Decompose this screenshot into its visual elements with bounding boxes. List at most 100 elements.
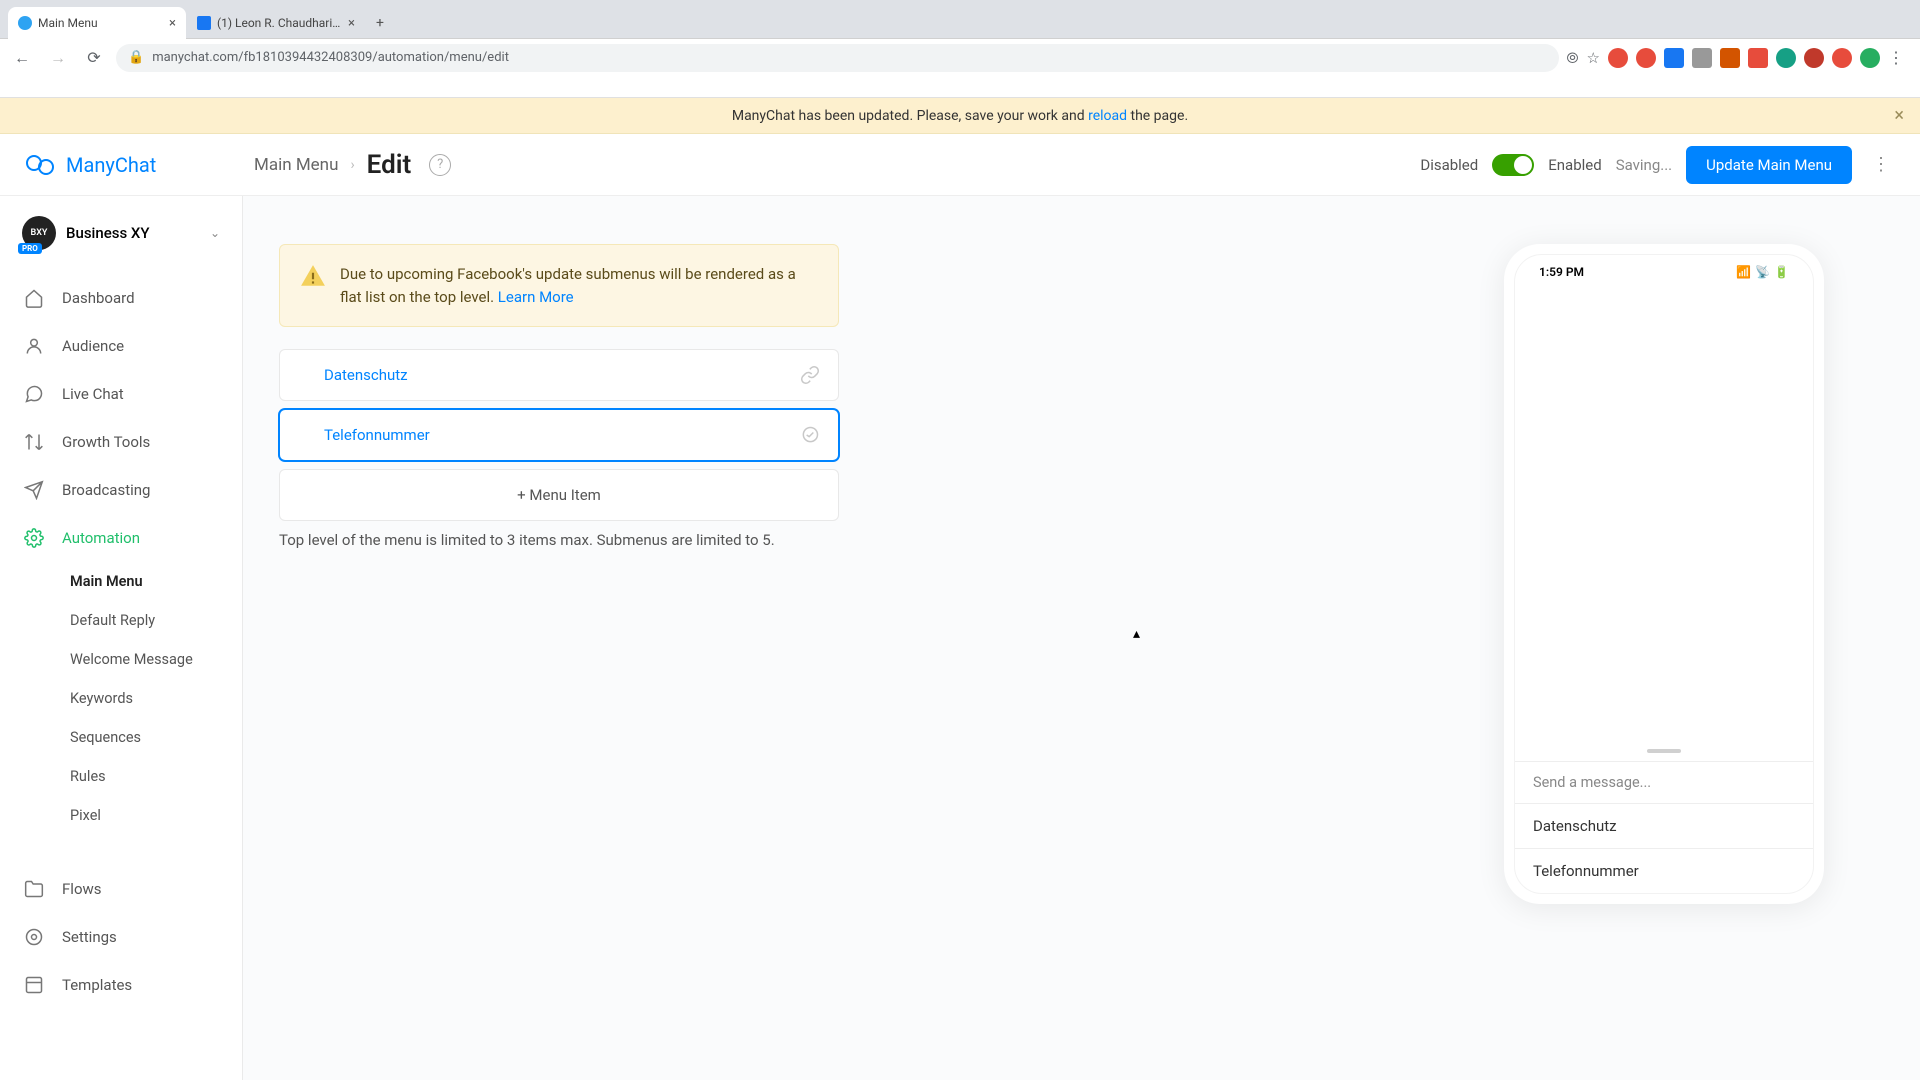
subnav-keywords[interactable]: Keywords bbox=[0, 679, 242, 718]
bookmarks-bar bbox=[0, 76, 1920, 98]
workspace-avatar: BXY PRO bbox=[22, 216, 56, 250]
notif-reload-link[interactable]: reload bbox=[1088, 108, 1127, 124]
primary-nav: Dashboard Audience Live Chat Growth Tool… bbox=[0, 274, 242, 1009]
subnav-main-menu[interactable]: Main Menu bbox=[0, 562, 242, 601]
toggle-label-enabled: Enabled bbox=[1548, 156, 1601, 174]
nav-label: Growth Tools bbox=[62, 433, 150, 451]
phone-screen: 1:59 PM 📶 📡 🔋 Send a message... Datensch… bbox=[1514, 254, 1814, 894]
folder-icon bbox=[24, 879, 44, 899]
logo[interactable]: ManyChat bbox=[24, 149, 242, 181]
sidebar-item-flows[interactable]: Flows bbox=[0, 865, 242, 913]
close-icon[interactable]: × bbox=[348, 16, 355, 31]
url-text: manychat.com/fb1810394432408309/automati… bbox=[152, 50, 509, 65]
link-icon bbox=[800, 365, 820, 385]
ext-icon[interactable] bbox=[1692, 48, 1712, 68]
sidebar-item-settings[interactable]: Settings bbox=[0, 913, 242, 961]
page-title: Edit bbox=[367, 150, 412, 180]
enable-toggle[interactable] bbox=[1492, 154, 1534, 176]
favicon-facebook bbox=[197, 16, 211, 30]
avatar-icon[interactable] bbox=[1860, 48, 1880, 68]
sidebar-item-automation[interactable]: Automation bbox=[0, 514, 242, 562]
app-root: ManyChat has been updated. Please, save … bbox=[0, 98, 1920, 1080]
sidebar-item-audience[interactable]: Audience bbox=[0, 322, 242, 370]
menu-item-label: Datenschutz bbox=[324, 366, 408, 384]
ext-icon[interactable] bbox=[1720, 48, 1740, 68]
ext-icon[interactable] bbox=[1608, 48, 1628, 68]
workspace-selector[interactable]: BXY PRO Business XY ⌄ bbox=[0, 202, 242, 264]
subnav-default-reply[interactable]: Default Reply bbox=[0, 601, 242, 640]
close-icon[interactable]: × bbox=[1894, 105, 1904, 126]
new-tab-button[interactable]: + bbox=[366, 9, 394, 37]
wifi-icon: 📡 bbox=[1755, 265, 1770, 279]
translate-icon[interactable]: ⦾ bbox=[1567, 49, 1579, 67]
help-icon[interactable]: ? bbox=[429, 154, 451, 176]
sidebar-item-broadcasting[interactable]: Broadcasting bbox=[0, 466, 242, 514]
phone-menu-item[interactable]: Datenschutz bbox=[1515, 803, 1813, 848]
phone-menu-item[interactable]: Telefonnummer bbox=[1515, 848, 1813, 893]
limit-help-text: Top level of the menu is limited to 3 it… bbox=[279, 531, 839, 549]
reply-icon bbox=[800, 425, 820, 445]
gear-icon bbox=[24, 528, 44, 548]
menu-item-card-selected[interactable]: Telefonnummer bbox=[279, 409, 839, 461]
sidebar-item-growthtools[interactable]: Growth Tools bbox=[0, 418, 242, 466]
browser-tab-active[interactable]: Main Menu × bbox=[8, 7, 186, 39]
subnav-pixel[interactable]: Pixel bbox=[0, 796, 242, 835]
breadcrumb[interactable]: Main Menu bbox=[254, 155, 338, 175]
subnav-welcome-message[interactable]: Welcome Message bbox=[0, 640, 242, 679]
chat-icon bbox=[24, 384, 44, 404]
message-input-placeholder[interactable]: Send a message... bbox=[1515, 761, 1813, 803]
ext-icon[interactable] bbox=[1776, 48, 1796, 68]
header-actions: Disabled Enabled Saving... Update Main M… bbox=[1420, 146, 1896, 184]
sidebar: BXY PRO Business XY ⌄ Dashboard Audience… bbox=[0, 196, 243, 1080]
nav-label: Flows bbox=[62, 880, 102, 898]
subnav-sequences[interactable]: Sequences bbox=[0, 718, 242, 757]
chevron-right-icon: › bbox=[350, 157, 354, 173]
ext-icon[interactable] bbox=[1636, 48, 1656, 68]
cursor-icon: ▴ bbox=[1133, 626, 1140, 642]
menu-icon[interactable]: ⋮ bbox=[1888, 48, 1904, 67]
nav-label: Templates bbox=[62, 976, 132, 994]
browser-tab-inactive[interactable]: (1) Leon R. Chaudhari | Facebo × bbox=[187, 7, 365, 39]
ext-icon[interactable] bbox=[1832, 48, 1852, 68]
page-header: ManyChat Main Menu › Edit ? Disabled Ena… bbox=[0, 134, 1920, 196]
send-icon bbox=[24, 480, 44, 500]
phone-menu-panel: Send a message... Datenschutz Telefonnum… bbox=[1515, 741, 1813, 893]
ext-icon[interactable] bbox=[1748, 48, 1768, 68]
subnav-rules[interactable]: Rules bbox=[0, 757, 242, 796]
ext-icon[interactable] bbox=[1804, 48, 1824, 68]
forward-button[interactable]: → bbox=[44, 44, 72, 72]
menu-item-card[interactable]: Datenschutz bbox=[279, 349, 839, 401]
menu-editor: Due to upcoming Facebook's update submen… bbox=[279, 244, 839, 1032]
reload-button[interactable]: ⟳ bbox=[80, 44, 108, 72]
close-icon[interactable]: × bbox=[169, 16, 176, 31]
pro-badge: PRO bbox=[18, 243, 42, 254]
warning-icon bbox=[300, 263, 326, 289]
phone-preview-column: 1:59 PM 📶 📡 🔋 Send a message... Datensch… bbox=[1504, 244, 1824, 1032]
nav-label: Settings bbox=[62, 928, 117, 946]
address-bar[interactable]: 🔒 manychat.com/fb1810394432408309/automa… bbox=[116, 44, 1559, 72]
sidebar-item-dashboard[interactable]: Dashboard bbox=[0, 274, 242, 322]
home-icon bbox=[24, 288, 44, 308]
browser-chrome: Main Menu × (1) Leon R. Chaudhari | Face… bbox=[0, 0, 1920, 98]
tools-icon bbox=[24, 432, 44, 452]
learn-more-link[interactable]: Learn More bbox=[498, 288, 574, 306]
toggle-label-disabled: Disabled bbox=[1420, 156, 1478, 174]
sidebar-item-livechat[interactable]: Live Chat bbox=[0, 370, 242, 418]
template-icon bbox=[24, 975, 44, 995]
update-main-menu-button[interactable]: Update Main Menu bbox=[1686, 146, 1852, 184]
manychat-logo-icon bbox=[24, 149, 56, 181]
nav-label: Broadcasting bbox=[62, 481, 150, 499]
users-icon bbox=[24, 336, 44, 356]
more-icon[interactable]: ⋮ bbox=[1866, 150, 1896, 179]
saving-status: Saving... bbox=[1616, 156, 1672, 174]
back-button[interactable]: ← bbox=[8, 44, 36, 72]
brand-text: ManyChat bbox=[66, 153, 156, 177]
layout: BXY PRO Business XY ⌄ Dashboard Audience… bbox=[0, 196, 1920, 1080]
add-menu-item-button[interactable]: + Menu Item bbox=[279, 469, 839, 521]
update-notification: ManyChat has been updated. Please, save … bbox=[0, 98, 1920, 134]
tab-label: (1) Leon R. Chaudhari | Facebo bbox=[217, 16, 342, 30]
sidebar-item-templates[interactable]: Templates bbox=[0, 961, 242, 1009]
drag-handle[interactable] bbox=[1647, 749, 1681, 753]
star-icon[interactable]: ☆ bbox=[1587, 49, 1600, 67]
ext-icon[interactable] bbox=[1664, 48, 1684, 68]
